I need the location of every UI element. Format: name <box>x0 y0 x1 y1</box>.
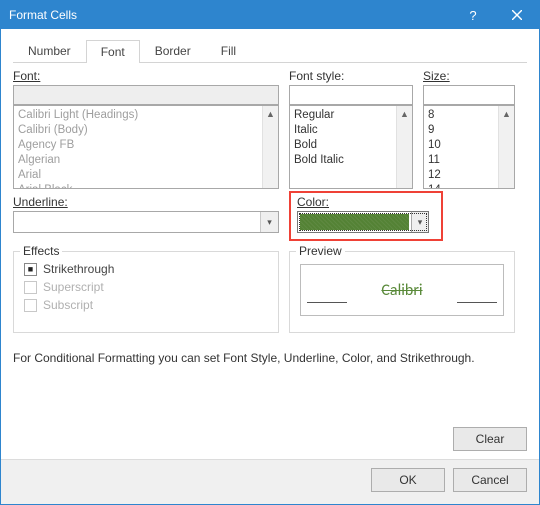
style-listbox[interactable]: Regular Italic Bold Bold Italic ▲ <box>289 105 413 189</box>
list-item[interactable]: Regular <box>294 108 408 123</box>
chevron-down-icon[interactable]: ▾ <box>260 212 278 232</box>
dialog-footer: OK Cancel <box>1 459 539 504</box>
font-listbox[interactable]: Calibri Light (Headings) Calibri (Body) … <box>13 105 279 189</box>
font-column: Font: Calibri Light (Headings) Calibri (… <box>13 69 279 189</box>
color-label: Color: <box>297 195 329 209</box>
chevron-down-icon[interactable]: ▾ <box>411 212 428 232</box>
scroll-up-icon[interactable]: ▲ <box>397 106 412 122</box>
preview-legend: Preview <box>296 244 345 258</box>
preview-group: Preview Calibri <box>289 251 515 333</box>
color-swatch <box>300 214 409 230</box>
underline-column: Underline: ▾ <box>13 195 279 241</box>
tab-border[interactable]: Border <box>140 39 206 62</box>
strikethrough-row[interactable]: Strikethrough <box>24 262 268 276</box>
list-item[interactable]: Agency FB <box>18 138 274 153</box>
effects-preview-row: Effects Strikethrough Superscript Subscr… <box>13 251 527 333</box>
size-input[interactable] <box>423 85 515 105</box>
size-label: Size: <box>423 69 450 83</box>
list-item[interactable]: Calibri Light (Headings) <box>18 108 274 123</box>
dialog-body: Number Font Border Fill Font: Calibri Li… <box>1 29 539 459</box>
clear-button[interactable]: Clear <box>453 427 527 451</box>
titlebar: Format Cells ? <box>1 1 539 29</box>
list-item[interactable]: Arial <box>18 168 274 183</box>
window-title: Format Cells <box>9 8 451 22</box>
superscript-checkbox <box>24 281 37 294</box>
strikethrough-label: Strikethrough <box>43 262 114 276</box>
format-cells-dialog: Format Cells ? Number Font Border Fill F… <box>0 0 540 505</box>
size-listbox[interactable]: 8 9 10 11 12 14 ▲ <box>423 105 515 189</box>
size-column: Size: 8 9 10 11 12 14 ▲ <box>423 69 515 189</box>
tab-bar: Number Font Border Fill <box>13 39 527 63</box>
scrollbar[interactable]: ▲ <box>262 106 278 188</box>
font-label: Font: <box>13 69 40 83</box>
list-item[interactable]: Bold Italic <box>294 153 408 168</box>
tab-fill[interactable]: Fill <box>206 39 251 62</box>
list-item[interactable]: Italic <box>294 123 408 138</box>
close-button[interactable] <box>495 1 539 29</box>
style-column: Font style: Regular Italic Bold Bold Ita… <box>289 69 413 189</box>
list-item[interactable]: Calibri (Body) <box>18 123 274 138</box>
cancel-button[interactable]: Cancel <box>453 468 527 492</box>
underline-combo[interactable]: ▾ <box>13 211 279 233</box>
underline-color-row: Underline: ▾ Color: ▾ <box>13 195 527 241</box>
list-item[interactable]: Bold <box>294 138 408 153</box>
subscript-row: Subscript <box>24 298 268 312</box>
help-button[interactable]: ? <box>451 1 495 29</box>
info-note: For Conditional Formatting you can set F… <box>13 351 527 365</box>
font-row: Font: Calibri Light (Headings) Calibri (… <box>13 69 527 189</box>
strikethrough-checkbox[interactable] <box>24 263 37 276</box>
style-input[interactable] <box>289 85 413 105</box>
scroll-up-icon[interactable]: ▲ <box>499 106 514 122</box>
subscript-label: Subscript <box>43 298 93 312</box>
color-combo[interactable]: ▾ <box>297 211 429 233</box>
superscript-label: Superscript <box>43 280 104 294</box>
close-icon <box>512 10 522 20</box>
scrollbar[interactable]: ▲ <box>498 106 514 188</box>
effects-group: Effects Strikethrough Superscript Subscr… <box>13 251 279 333</box>
tab-number[interactable]: Number <box>13 39 86 62</box>
subscript-checkbox <box>24 299 37 312</box>
scroll-up-icon[interactable]: ▲ <box>263 106 278 122</box>
tab-font[interactable]: Font <box>86 40 140 63</box>
superscript-row: Superscript <box>24 280 268 294</box>
font-input[interactable] <box>13 85 279 105</box>
color-highlight-box: Color: ▾ <box>289 191 443 241</box>
preview-sample: Calibri <box>381 281 422 300</box>
color-column: Color: ▾ <box>289 195 515 241</box>
list-item[interactable]: Algerian <box>18 153 274 168</box>
scrollbar[interactable]: ▲ <box>396 106 412 188</box>
effects-legend: Effects <box>20 244 62 258</box>
underline-label: Underline: <box>13 195 68 209</box>
ok-button[interactable]: OK <box>371 468 445 492</box>
style-label: Font style: <box>289 69 344 83</box>
preview-box: Calibri <box>300 264 504 316</box>
list-item[interactable]: Arial Black <box>18 183 274 189</box>
